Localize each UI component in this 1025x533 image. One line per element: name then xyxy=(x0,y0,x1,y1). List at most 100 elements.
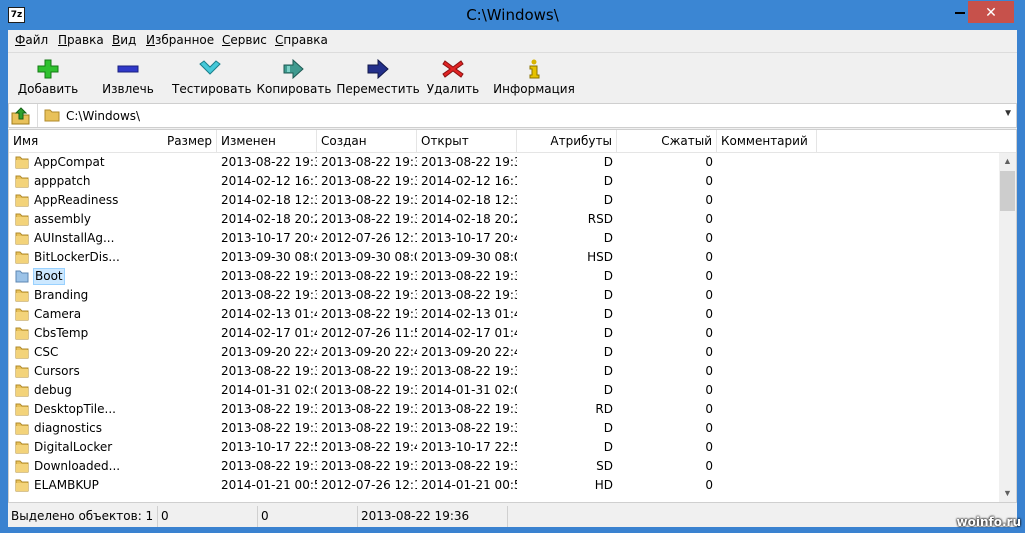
table-row[interactable]: apppatch 2014-02-12 16:15 2013-08-22 19:36… xyxy=(9,172,999,191)
cell-name[interactable]: Downloaded... xyxy=(9,457,217,476)
table-row[interactable]: Camera 2014-02-13 01:41 2013-08-22 19:36 20… xyxy=(9,305,999,324)
status-selected: Выделено объектов: 1 xyxy=(8,506,158,527)
table-row[interactable]: AppReadiness 2014-02-18 12:32 2013-08-22 1… xyxy=(9,191,999,210)
window-title: C:\Windows\ xyxy=(466,6,559,24)
cell-name[interactable]: diagnostics xyxy=(9,419,217,438)
column-packed[interactable]: Сжатый xyxy=(617,130,717,153)
status-packed: 0 xyxy=(258,506,358,527)
table-row[interactable]: AUInstallAg... 2013-10-17 20:41 2012-07-26… xyxy=(9,229,999,248)
cell-accessed: 2013-08-22 19:36 xyxy=(421,155,517,169)
scroll-thumb[interactable] xyxy=(1000,171,1015,211)
menu-tools-label: ервис xyxy=(230,33,267,47)
menu-tools[interactable]: Сервис xyxy=(222,33,267,47)
folder-icon xyxy=(15,365,29,378)
column-created[interactable]: Создан xyxy=(317,130,417,153)
cell-name[interactable]: Camera xyxy=(9,305,217,324)
file-name: Downloaded... xyxy=(34,459,121,473)
close-button[interactable]: ✕ xyxy=(968,1,1014,23)
watermark: woinfo.ru xyxy=(956,515,1021,529)
table-row[interactable]: Boot 2013-08-22 19:36 2013-08-22 19:36 2013… xyxy=(9,267,999,286)
cell-modified: 2013-09-20 22:47 xyxy=(221,345,317,359)
table-row[interactable]: Downloaded... 2013-08-22 19:36 2013-08-22 … xyxy=(9,457,999,476)
table-row[interactable]: Cursors 2013-08-22 19:36 2013-08-22 19:36 2… xyxy=(9,362,999,381)
column-size-label[interactable]: Размер xyxy=(167,130,212,153)
column-comment[interactable]: Комментарий xyxy=(717,130,817,153)
add-button[interactable]: Добавить xyxy=(10,53,86,101)
cell-created: 2013-08-22 19:36 xyxy=(321,421,417,435)
cell-name[interactable]: debug xyxy=(9,381,217,400)
info-button[interactable]: Информация xyxy=(492,53,576,101)
folder-up-icon[interactable] xyxy=(11,107,31,125)
cell-created: 2012-07-26 11:59 xyxy=(321,326,417,340)
cell-created: 2013-08-22 19:36 xyxy=(321,212,417,226)
column-accessed[interactable]: Открыт xyxy=(417,130,517,153)
cell-modified: 2013-10-17 22:52 xyxy=(221,440,317,454)
table-row[interactable]: CSC 2013-09-20 22:47 2013-09-20 22:47 2013-… xyxy=(9,343,999,362)
cell-name[interactable]: assembly xyxy=(9,210,217,229)
folder-icon xyxy=(15,270,29,283)
table-row[interactable]: CbsTemp 2014-02-17 01:48 2012-07-26 11:59 2… xyxy=(9,324,999,343)
menu-favorites[interactable]: Избранное xyxy=(146,33,214,47)
cell-accessed: 2014-02-13 01:41 xyxy=(421,307,517,321)
scroll-down-icon[interactable]: ▼ xyxy=(999,485,1016,502)
extract-button[interactable]: Извлечь xyxy=(92,53,164,101)
cell-modified: 2013-08-22 19:36 xyxy=(221,459,317,473)
table-row[interactable]: DesktopTile... 2013-08-22 19:36 2013-08-22… xyxy=(9,400,999,419)
file-name: apppatch xyxy=(34,174,91,188)
file-name: DigitalLocker xyxy=(34,440,113,454)
cell-name[interactable]: Branding xyxy=(9,286,217,305)
cell-attributes: D xyxy=(603,326,613,340)
delete-button[interactable]: Удалить xyxy=(422,53,484,101)
file-name: assembly xyxy=(34,212,91,226)
file-name: AppCompat xyxy=(34,155,105,169)
title-bar[interactable]: 7z C:\Windows\ ✕ xyxy=(0,0,1025,30)
cell-name[interactable]: AppCompat xyxy=(9,153,217,172)
address-input[interactable]: C:\Windows\ ▼ xyxy=(37,104,1016,127)
column-name[interactable]: Имя Размер xyxy=(9,130,217,153)
cell-accessed: 2013-08-22 19:36 xyxy=(421,364,517,378)
table-row[interactable]: BitLockerDis... 2013-09-30 08:03 2013-09-3… xyxy=(9,248,999,267)
folder-icon xyxy=(15,213,29,226)
table-row[interactable]: DigitalLocker 2013-10-17 22:52 2013-08-22 … xyxy=(9,438,999,457)
table-row[interactable]: assembly 2014-02-18 20:29 2013-08-22 19:36… xyxy=(9,210,999,229)
menu-help[interactable]: Справка xyxy=(275,33,328,47)
cell-name[interactable]: apppatch xyxy=(9,172,217,191)
table-row[interactable]: Branding 2013-08-22 19:36 2013-08-22 19:36… xyxy=(9,286,999,305)
folder-icon xyxy=(44,109,60,122)
folder-icon xyxy=(15,479,29,492)
table-row[interactable]: diagnostics 2013-08-22 19:36 2013-08-22 19… xyxy=(9,419,999,438)
chevron-down-icon[interactable]: ▼ xyxy=(1003,108,1013,119)
cell-name[interactable]: CSC xyxy=(9,343,217,362)
cell-name[interactable]: CbsTemp xyxy=(9,324,217,343)
cell-name[interactable]: Boot xyxy=(9,267,217,286)
cell-name[interactable]: DesktopTile... xyxy=(9,400,217,419)
test-button[interactable]: Тестировать xyxy=(172,53,252,101)
cell-packed: 0 xyxy=(705,231,713,245)
cell-name[interactable]: DigitalLocker xyxy=(9,438,217,457)
cell-name[interactable]: AUInstallAg... xyxy=(9,229,217,248)
menu-file[interactable]: Файл xyxy=(15,33,48,47)
cell-packed: 0 xyxy=(705,345,713,359)
move-button[interactable]: Переместить xyxy=(334,53,422,101)
cell-packed: 0 xyxy=(705,478,713,492)
test-button-label: Тестировать xyxy=(172,82,252,96)
menu-edit[interactable]: Правка xyxy=(58,33,104,47)
menu-view[interactable]: Вид xyxy=(112,33,136,47)
cell-name[interactable]: ELAMBKUP xyxy=(9,476,217,495)
scroll-up-icon[interactable]: ▲ xyxy=(999,153,1016,170)
plus-icon xyxy=(37,59,59,79)
vertical-scrollbar[interactable]: ▲ ▼ xyxy=(999,153,1016,502)
table-row[interactable]: debug 2014-01-31 02:02 2013-08-22 19:36 201… xyxy=(9,381,999,400)
table-row[interactable]: ELAMBKUP 2014-01-21 00:57 2012-07-26 12:12… xyxy=(9,476,999,495)
cell-attributes: D xyxy=(603,269,613,283)
copy-button[interactable]: Копировать xyxy=(254,53,334,101)
cell-name[interactable]: AppReadiness xyxy=(9,191,217,210)
app-window: 7z C:\Windows\ ✕ Файл Правка Вид Избранн… xyxy=(0,0,1025,533)
column-modified[interactable]: Изменен xyxy=(217,130,317,153)
column-attributes[interactable]: Атрибуты xyxy=(517,130,617,153)
cell-packed: 0 xyxy=(705,364,713,378)
cell-name[interactable]: BitLockerDis... xyxy=(9,248,217,267)
table-row[interactable]: AppCompat 2013-08-22 19:36 2013-08-22 19:3… xyxy=(9,153,999,172)
cell-name[interactable]: Cursors xyxy=(9,362,217,381)
cell-attributes: D xyxy=(603,345,613,359)
